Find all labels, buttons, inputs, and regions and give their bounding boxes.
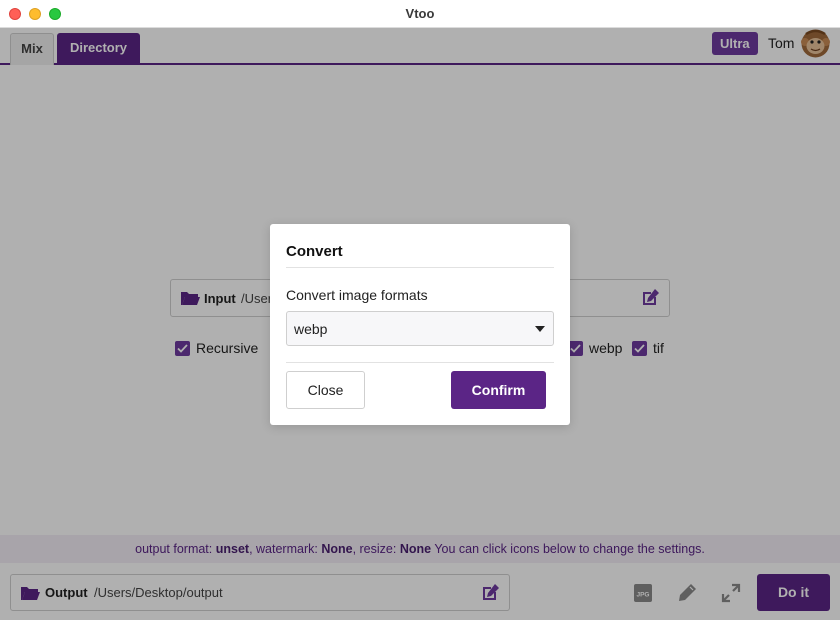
close-button[interactable]: Close — [286, 371, 365, 409]
caret-down-icon — [535, 326, 545, 332]
dialog-title: Convert — [286, 243, 343, 260]
title-bar: Vtoo — [0, 0, 840, 28]
dialog-divider — [286, 362, 554, 363]
window-title: Vtoo — [405, 6, 435, 21]
dialog-divider — [286, 267, 554, 268]
format-select-value: webp — [294, 321, 328, 337]
convert-format-label: Convert image formats — [286, 287, 428, 303]
confirm-button[interactable]: Confirm — [451, 371, 546, 409]
format-select[interactable]: webp — [286, 311, 554, 346]
convert-dialog: Convert Convert image formats webp Close… — [270, 224, 570, 425]
